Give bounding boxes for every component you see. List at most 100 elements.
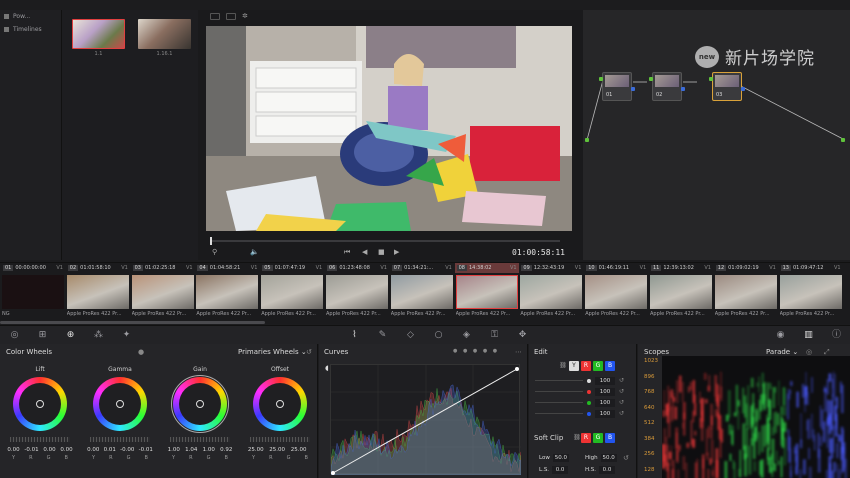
clips-scrollbar[interactable] bbox=[0, 321, 265, 324]
color-match-icon[interactable]: ⊞ bbox=[38, 331, 47, 340]
master-wheel-jog[interactable] bbox=[250, 437, 310, 442]
color-wheel[interactable] bbox=[93, 377, 147, 431]
stop-icon[interactable]: ■ bbox=[378, 248, 385, 256]
pipette-icon[interactable]: ⚲ bbox=[212, 248, 217, 256]
wheel-gain[interactable]: Gain 1.00 1.04 1.00 0.92 Y R G B bbox=[165, 366, 235, 461]
clip-item[interactable]: 03 01:02:25:18 V1 Apple ProRes 422 Pr... bbox=[131, 263, 195, 323]
soft-clip-g-button[interactable]: G bbox=[593, 433, 603, 443]
clip-item[interactable]: 08 14:38:02 V1 Apple ProRes 422 Pr... bbox=[454, 263, 519, 323]
qualifier-icon[interactable]: ✎ bbox=[378, 331, 387, 340]
clip-item[interactable]: 10 01:46:19:11 V1 Apple ProRes 422 Pr... bbox=[584, 263, 648, 323]
wheel-gamma[interactable]: Gamma 0.00 0.01 -0.00 -0.01 Y R G B bbox=[85, 366, 155, 461]
channel-g-button[interactable]: G bbox=[593, 361, 603, 371]
master-wheel-jog[interactable] bbox=[10, 437, 70, 442]
wheel-center-handle[interactable] bbox=[276, 400, 284, 408]
still-thumbnail[interactable] bbox=[72, 19, 125, 49]
high-input[interactable]: 50.0 bbox=[600, 454, 617, 462]
node-03[interactable]: 03 bbox=[712, 72, 742, 101]
wheel-value[interactable]: 0.00 bbox=[87, 447, 99, 453]
wheel-value[interactable]: 25.00 bbox=[269, 447, 285, 453]
wheel-value[interactable]: 25.00 bbox=[248, 447, 264, 453]
wheel-value[interactable]: 0.01 bbox=[104, 447, 116, 453]
clip-item[interactable]: 01 00:00:00:00 V1 NG bbox=[1, 263, 65, 323]
wheel-value[interactable]: 1.04 bbox=[185, 447, 197, 453]
wheel-value[interactable]: 1.00 bbox=[203, 447, 215, 453]
channel-slider[interactable] bbox=[535, 380, 583, 381]
reset-icon[interactable]: ↺ bbox=[306, 348, 312, 356]
wheel-center-handle[interactable] bbox=[196, 400, 204, 408]
channel-value[interactable]: 100 bbox=[595, 376, 615, 385]
wheel-center-handle[interactable] bbox=[36, 400, 44, 408]
play-reverse-icon[interactable]: ◀ bbox=[362, 248, 367, 256]
soft-clip-b-button[interactable]: B bbox=[605, 433, 615, 443]
reset-icon[interactable]: ↺ bbox=[619, 410, 624, 417]
reset-icon[interactable]: ↺ bbox=[619, 388, 624, 395]
camera-raw-icon[interactable]: ◎ bbox=[10, 331, 19, 340]
clip-item[interactable]: 05 01:07:47:19 V1 Apple ProRes 422 Pr... bbox=[260, 263, 324, 323]
play-icon[interactable]: ▶ bbox=[394, 248, 399, 256]
clip-item[interactable]: 12 01:09:02:19 V1 Apple ProRes 422 Pr... bbox=[714, 263, 778, 323]
node-01[interactable]: 01 bbox=[602, 72, 632, 101]
wheels-mode-dropdown[interactable]: Primaries Wheels ⌄ bbox=[238, 348, 307, 356]
settings-icon[interactable]: ◎ bbox=[806, 348, 812, 356]
scope-mode-dropdown[interactable]: Parade ⌄ bbox=[766, 348, 798, 356]
color-wheels-icon[interactable]: ⊕ bbox=[66, 331, 75, 340]
channel-slider[interactable] bbox=[535, 402, 583, 403]
info-icon[interactable]: ⓘ bbox=[832, 331, 841, 340]
key-icon[interactable]: ⚿ bbox=[490, 331, 499, 340]
sidebar-item-timelines[interactable]: Timelines bbox=[0, 23, 61, 36]
viewer-mode-icon[interactable] bbox=[210, 13, 220, 20]
sidebar-item-power[interactable]: Pow... bbox=[0, 10, 61, 23]
wheel-value[interactable]: 25.00 bbox=[291, 447, 307, 453]
reset-icon[interactable]: ↺ bbox=[619, 399, 624, 406]
clip-item[interactable]: 11 12:39:13:02 V1 Apple ProRes 422 Pr... bbox=[649, 263, 713, 323]
scopes-icon[interactable]: ▥ bbox=[804, 331, 813, 340]
channel-value[interactable]: 100 bbox=[595, 387, 615, 396]
channel-slider[interactable] bbox=[535, 413, 583, 414]
color-wheel[interactable] bbox=[13, 377, 67, 431]
channel-slider[interactable] bbox=[535, 391, 583, 392]
clip-item[interactable]: 06 01:23:48:08 V1 Apple ProRes 422 Pr... bbox=[325, 263, 389, 323]
wheel-value[interactable]: 0.00 bbox=[60, 447, 72, 453]
hs-input[interactable]: 0.0 bbox=[599, 466, 616, 474]
wheel-value[interactable]: 0.00 bbox=[43, 447, 55, 453]
channel-y-button[interactable]: Y bbox=[569, 361, 579, 371]
motion-effects-icon[interactable]: ✦ bbox=[122, 331, 131, 340]
split-view-icon[interactable] bbox=[226, 13, 236, 20]
wheel-value[interactable]: 0.92 bbox=[220, 447, 232, 453]
wheel-value[interactable]: 0.00 bbox=[7, 447, 19, 453]
reset-icon[interactable]: ↺ bbox=[619, 377, 624, 384]
clip-item[interactable]: 02 01:01:58:10 V1 Apple ProRes 422 Pr... bbox=[66, 263, 130, 323]
clip-item[interactable]: 09 12:32:43:19 V1 Apple ProRes 422 Pr... bbox=[519, 263, 583, 323]
clip-item[interactable]: 13 01:09:47:12 V1 Apple ProRes 422 Pr... bbox=[779, 263, 843, 323]
master-wheel-jog[interactable] bbox=[170, 437, 230, 442]
still-thumbnail[interactable] bbox=[138, 19, 191, 49]
skip-back-icon[interactable]: ⏮ bbox=[344, 248, 350, 257]
wheel-value[interactable]: 1.00 bbox=[168, 447, 180, 453]
wheel-value[interactable]: -0.01 bbox=[139, 447, 153, 453]
sizing-icon[interactable]: ✥ bbox=[518, 331, 527, 340]
wheel-offset[interactable]: Offset 25.00 25.00 25.00 Y R G B bbox=[245, 366, 315, 461]
wheel-lift[interactable]: Lift 0.00 -0.01 0.00 0.00 Y R G B bbox=[5, 366, 75, 461]
color-wheel[interactable] bbox=[253, 377, 307, 431]
channel-b-button[interactable]: B bbox=[605, 361, 615, 371]
curve-graph[interactable] bbox=[330, 364, 522, 476]
clip-item[interactable]: 07 01:34:21:... V1 Apple ProRes 422 Pr... bbox=[390, 263, 454, 323]
node-02[interactable]: 02 bbox=[652, 72, 682, 101]
channel-value[interactable]: 100 bbox=[595, 409, 615, 418]
channel-value[interactable]: 100 bbox=[595, 398, 615, 407]
rgb-mixer-icon[interactable]: ⁂ bbox=[94, 331, 103, 340]
volume-icon[interactable]: 🔈 bbox=[250, 248, 259, 256]
wheel-value[interactable]: -0.01 bbox=[24, 447, 38, 453]
scrubber-bar[interactable] bbox=[210, 240, 560, 242]
link-icon[interactable]: ⛓ bbox=[558, 361, 568, 371]
highlight-icon[interactable]: ✲ bbox=[242, 13, 252, 20]
channel-r-button[interactable]: R bbox=[581, 361, 591, 371]
curve-point-icon[interactable]: ◖ bbox=[325, 364, 329, 372]
3d-icon[interactable]: ◉ bbox=[776, 331, 785, 340]
curves-icon[interactable]: ⌇ bbox=[350, 331, 359, 340]
color-wheel[interactable] bbox=[171, 375, 229, 433]
low-input[interactable]: 50.0 bbox=[552, 454, 569, 462]
master-wheel-jog[interactable] bbox=[90, 437, 150, 442]
soft-clip-r-button[interactable]: R bbox=[581, 433, 591, 443]
